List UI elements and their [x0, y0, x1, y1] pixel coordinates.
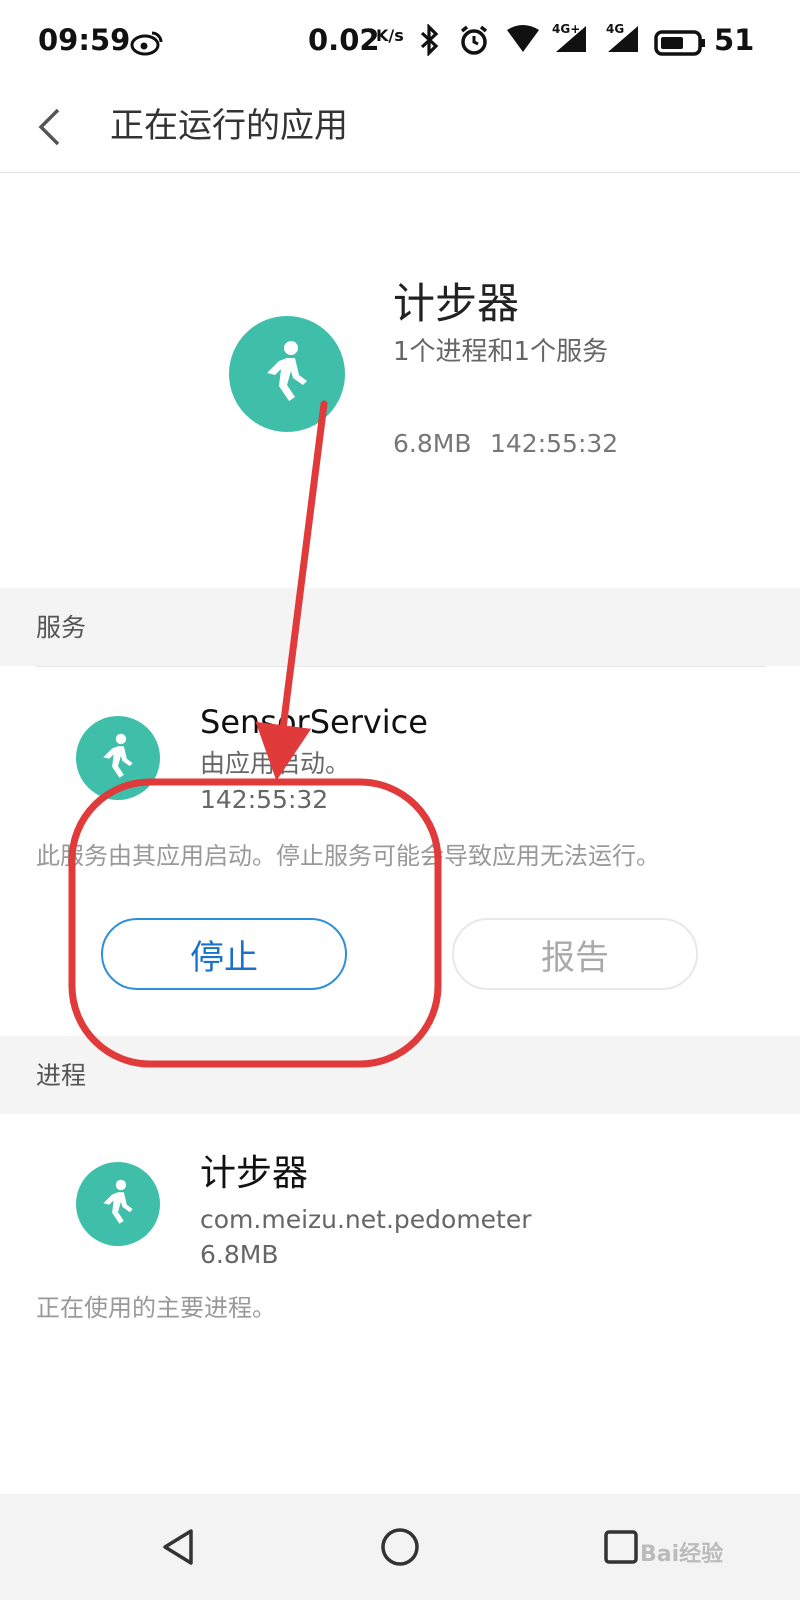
nav-home-button[interactable]: [369, 1516, 431, 1578]
process-size: 6.8MB: [200, 1240, 279, 1269]
battery-icon: [654, 30, 705, 56]
page-title: 正在运行的应用: [110, 106, 348, 146]
services-section-header: 服务: [0, 588, 800, 666]
nav-recents-icon: [604, 1530, 638, 1564]
report-button[interactable]: 报告: [452, 918, 698, 990]
service-started-by: 由应用启动。: [200, 749, 351, 778]
app-subtitle: 1个进程和1个服务: [393, 337, 609, 367]
signal-icon: [556, 26, 586, 52]
process-section-title: 进程: [36, 1061, 87, 1090]
service-run-time: 142:55:32: [200, 785, 329, 814]
service-description: 此服务由其应用启动。停止服务可能会导致应用无法运行。: [36, 842, 660, 870]
bluetooth-icon: [420, 24, 439, 56]
app-name: 计步器: [393, 279, 520, 328]
nav-back-button[interactable]: [148, 1516, 210, 1578]
app-icon: [229, 316, 345, 432]
stop-button[interactable]: 停止: [101, 918, 347, 990]
app-size: 6.8MB: [393, 429, 472, 458]
nav-home-icon: [381, 1528, 419, 1566]
alarm-icon: [460, 25, 488, 55]
battery-level: 51: [714, 23, 755, 57]
divider: [36, 666, 766, 667]
service-icon: [76, 716, 160, 800]
status-time: 09:59: [38, 23, 131, 57]
process-name: 计步器: [200, 1153, 309, 1194]
process-package: com.meizu.net.pedometer: [200, 1205, 532, 1234]
annotation-overlay: [68, 400, 442, 1068]
walking-person-icon: [103, 733, 133, 778]
navigation-bar: Bai经验: [0, 1494, 800, 1600]
app-run-time: 142:55:32: [490, 429, 619, 458]
wifi-icon: [507, 25, 539, 52]
walking-person-icon: [103, 1179, 133, 1224]
process-description: 正在使用的主要进程。: [36, 1294, 276, 1322]
net-speed-unit: K/s: [376, 26, 404, 45]
chevron-left-icon: [38, 108, 60, 146]
status-bar: 09:59 0.02 K/s 4G+ 4G 51: [0, 0, 800, 80]
nav-back-icon: [163, 1529, 193, 1565]
process-section-header: 进程: [0, 1036, 800, 1114]
walking-person-icon: [267, 341, 307, 401]
back-button[interactable]: [28, 102, 78, 152]
service-name: SensorService: [200, 703, 428, 741]
signal-icon: [608, 26, 638, 52]
header: 正在运行的应用: [0, 80, 800, 173]
watermark: Bai经验: [640, 1542, 724, 1567]
net-speed: 0.02: [308, 23, 380, 57]
weibo-icon: [130, 31, 163, 56]
process-icon: [76, 1162, 160, 1246]
services-section-title: 服务: [36, 613, 87, 642]
